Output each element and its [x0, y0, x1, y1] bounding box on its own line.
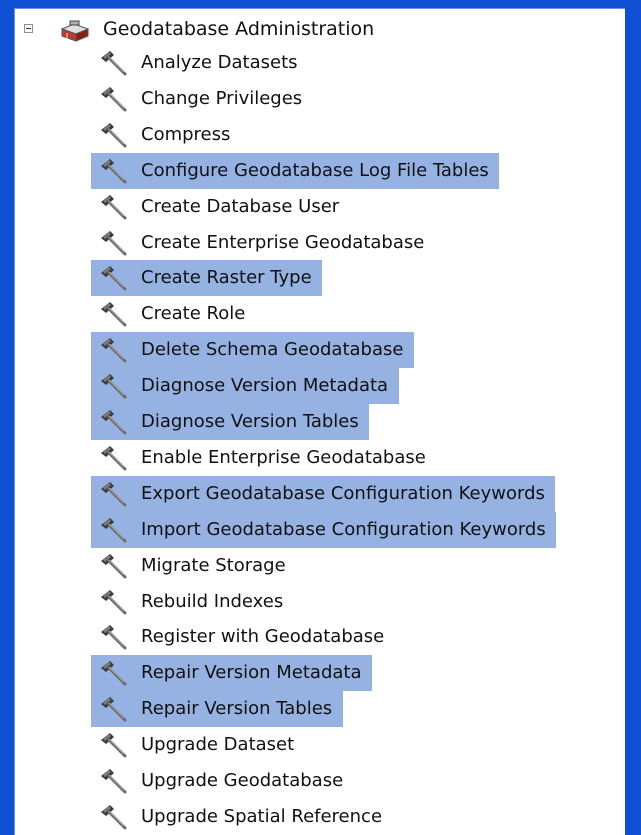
tool-item[interactable]: Rebuild Indexes [91, 584, 294, 620]
tool-item-label: Create Role [141, 303, 246, 324]
tool-item-label: Diagnose Version Metadata [141, 375, 389, 396]
tool-item-label: Rebuild Indexes [141, 591, 284, 612]
tool-item-label: Diagnose Version Tables [141, 411, 359, 432]
tool-item[interactable]: Create Enterprise Geodatabase [91, 225, 435, 261]
hammer-tool-icon [101, 51, 127, 76]
tool-item-label: Create Enterprise Geodatabase [141, 232, 425, 253]
tool-item[interactable]: Create Database User [91, 189, 350, 225]
hammer-tool-icon [101, 590, 127, 615]
tool-item-label: Change Privileges [141, 88, 303, 109]
hammer-tool-icon [101, 697, 127, 722]
tool-item-label: Upgrade Geodatabase [141, 770, 344, 791]
hammer-tool-icon [101, 554, 127, 579]
tool-item[interactable]: Enable Enterprise Geodatabase [91, 440, 436, 476]
hammer-tool-icon [101, 302, 127, 327]
tool-item[interactable]: Create Raster Type [91, 260, 322, 296]
tool-item[interactable]: Register with Geodatabase [91, 619, 395, 655]
tool-item[interactable]: Upgrade Geodatabase [91, 763, 354, 799]
toolbox-icon [60, 20, 90, 42]
tool-item-label: Create Database User [141, 196, 340, 217]
tool-item[interactable]: Diagnose Version Tables [91, 404, 369, 440]
tool-item[interactable]: Configure Geodatabase Log File Tables [91, 153, 499, 189]
tool-item[interactable]: Create Role [91, 296, 256, 332]
tool-item[interactable]: Diagnose Version Metadata [91, 368, 399, 404]
toolbox-tree-panel: Geodatabase Administration Analyze Datas… [14, 8, 625, 835]
tool-item[interactable]: Upgrade Spatial Reference [91, 799, 393, 835]
tool-item[interactable]: Repair Version Tables [91, 691, 343, 727]
hammer-tool-icon [101, 266, 127, 291]
tool-item-label: Analyze Datasets [141, 52, 298, 73]
tool-item[interactable]: Repair Version Metadata [91, 655, 372, 691]
hammer-tool-icon [101, 87, 127, 112]
hammer-tool-icon [101, 661, 127, 686]
tool-item-label: Import Geodatabase Configuration Keyword… [141, 519, 546, 540]
tool-item[interactable]: Compress [91, 117, 241, 153]
tool-item-label: Enable Enterprise Geodatabase [141, 447, 426, 468]
collapse-icon[interactable] [24, 24, 33, 33]
tree-root-label: Geodatabase Administration [103, 18, 375, 40]
tool-item[interactable]: Migrate Storage [91, 548, 296, 584]
hammer-tool-icon [101, 123, 127, 148]
hammer-tool-icon [101, 159, 127, 184]
tool-item[interactable]: Upgrade Dataset [91, 727, 305, 763]
tool-item-label: Configure Geodatabase Log File Tables [141, 160, 489, 181]
tool-item-label: Compress [141, 124, 231, 145]
tool-item-label: Upgrade Spatial Reference [141, 806, 383, 827]
hammer-tool-icon [101, 805, 127, 830]
hammer-tool-icon [101, 374, 127, 399]
tool-item-label: Export Geodatabase Configuration Keyword… [141, 483, 545, 504]
tool-item-label: Migrate Storage [141, 555, 286, 576]
tool-item-label: Repair Version Tables [141, 698, 333, 719]
tool-item-label: Create Raster Type [141, 267, 312, 288]
tree-node-geodatabase-administration[interactable]: Geodatabase Administration [15, 9, 625, 45]
tool-item[interactable]: Analyze Datasets [91, 45, 308, 81]
tool-item-label: Upgrade Dataset [141, 734, 295, 755]
hammer-tool-icon [101, 410, 127, 435]
hammer-tool-icon [101, 338, 127, 363]
window-frame: Geodatabase Administration Analyze Datas… [0, 0, 641, 835]
tool-item-label: Repair Version Metadata [141, 662, 362, 683]
hammer-tool-icon [101, 769, 127, 794]
tool-item[interactable]: Export Geodatabase Configuration Keyword… [91, 476, 555, 512]
hammer-tool-icon [101, 195, 127, 220]
hammer-tool-icon [101, 625, 127, 650]
tool-item[interactable]: Import Geodatabase Configuration Keyword… [91, 512, 556, 548]
hammer-tool-icon [101, 231, 127, 256]
hammer-tool-icon [101, 733, 127, 758]
hammer-tool-icon [101, 446, 127, 471]
hammer-tool-icon [101, 482, 127, 507]
tool-item[interactable]: Change Privileges [91, 81, 313, 117]
hammer-tool-icon [101, 518, 127, 543]
tool-item-label: Register with Geodatabase [141, 626, 385, 647]
tool-item-label: Delete Schema Geodatabase [141, 339, 404, 360]
tool-item[interactable]: Delete Schema Geodatabase [91, 332, 414, 368]
